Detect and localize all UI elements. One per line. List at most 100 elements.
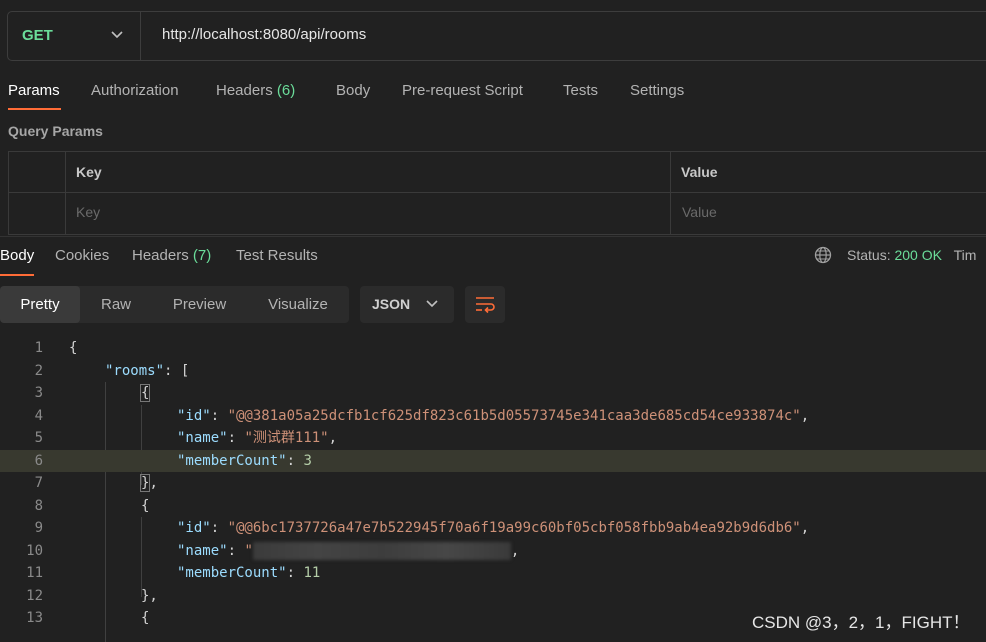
- response-tab-headers[interactable]: Headers (7): [132, 247, 211, 264]
- line-number: 6: [34, 453, 43, 469]
- code-text: "name": ",: [177, 542, 520, 560]
- table-divider: [65, 152, 66, 234]
- response-status: Status: 200 OK Tim: [847, 247, 976, 263]
- code-text: "id": "@@6bc1737726a47e7b522945f70a6f19a…: [177, 520, 810, 536]
- code-text: "name": "测试群111",: [177, 430, 338, 446]
- key-input[interactable]: Key: [76, 204, 100, 220]
- tab-settings[interactable]: Settings: [630, 82, 684, 99]
- globe-icon[interactable]: [814, 246, 832, 264]
- code-line: 10 "name": ",: [0, 540, 986, 562]
- chevron-down-icon: [426, 300, 438, 308]
- code-line: 1{: [0, 337, 986, 359]
- json-key: "memberCount": [177, 453, 287, 469]
- json-key: "name": [177, 543, 228, 559]
- request-url-bar: GET http://localhost:8080/api/rooms: [7, 11, 986, 61]
- line-number: 1: [34, 340, 43, 356]
- code-text: },: [139, 474, 158, 492]
- wrap-lines-button[interactable]: [465, 286, 505, 323]
- line-number: 3: [34, 385, 43, 401]
- tab-count-badge: (7): [192, 247, 212, 264]
- code-line: 2 "rooms": [: [0, 360, 986, 382]
- code-text: },: [141, 588, 158, 604]
- code-line-highlighted: 6 "memberCount": 3: [0, 450, 986, 472]
- code-text: {: [139, 384, 151, 402]
- tab-label: Test Results: [236, 247, 318, 264]
- tab-label: Pre-request Script: [402, 82, 523, 99]
- view-preview-button[interactable]: Preview: [152, 286, 247, 323]
- json-key: "rooms": [105, 363, 165, 379]
- tab-params[interactable]: Params: [8, 82, 60, 99]
- response-tab-test-results[interactable]: Test Results: [236, 247, 318, 264]
- tab-count-badge: (6): [276, 82, 296, 99]
- json-string: "测试群111": [244, 430, 329, 446]
- code-text: {: [141, 610, 150, 626]
- redacted-value: [252, 542, 511, 560]
- line-number: 8: [34, 498, 43, 514]
- active-tab-underline: [0, 274, 34, 276]
- status-label: Status:: [847, 247, 891, 263]
- line-number: 7: [34, 475, 43, 491]
- code-line: 4 "id": "@@381a05a25dcfb1cf625df823c61b5d…: [0, 405, 986, 427]
- watermark: CSDN @3，2，1，FIGHT！: [752, 613, 970, 632]
- response-tab-body[interactable]: Body: [0, 247, 34, 264]
- request-tabs: Params Authorization Headers (6) Body Pr…: [0, 80, 986, 112]
- method-label: GET: [22, 27, 53, 44]
- json-number: 3: [303, 453, 312, 469]
- tab-authorization[interactable]: Authorization: [91, 82, 179, 99]
- tab-headers[interactable]: Headers (6): [216, 82, 295, 99]
- tab-body[interactable]: Body: [336, 82, 370, 99]
- json-string: "@@6bc1737726a47e7b522945f70a6f19a99c60b…: [227, 520, 801, 536]
- pane-divider[interactable]: [0, 236, 986, 237]
- code-line: 12},: [0, 585, 986, 607]
- tab-pre-request-script[interactable]: Pre-request Script: [402, 82, 523, 99]
- json-key: "name": [177, 430, 228, 446]
- tab-label: Settings: [630, 82, 685, 99]
- tab-label: Params: [8, 82, 60, 99]
- tab-label: Tests: [563, 82, 599, 99]
- view-pretty-button[interactable]: Pretty: [0, 286, 80, 323]
- line-number: 5: [34, 430, 43, 446]
- code-text: {: [69, 340, 78, 356]
- json-key: "id": [177, 520, 211, 536]
- response-tabs: Body Cookies Headers (7) Test Results: [0, 244, 986, 278]
- format-dropdown[interactable]: JSON: [360, 286, 454, 323]
- code-line: 9 "id": "@@6bc1737726a47e7b522945f70a6f19…: [0, 517, 986, 539]
- query-params-table: Key Value Key Value: [8, 151, 986, 235]
- method-selector[interactable]: GET: [8, 12, 141, 60]
- chevron-down-icon: [111, 31, 123, 39]
- code-line: 7},: [0, 472, 986, 494]
- code-text: "memberCount": 3: [177, 453, 312, 469]
- line-number: 11: [26, 565, 43, 581]
- table-divider: [9, 192, 986, 193]
- view-raw-button[interactable]: Raw: [80, 286, 152, 323]
- response-tab-cookies[interactable]: Cookies: [55, 247, 109, 264]
- line-number: 9: [34, 520, 43, 536]
- table-divider: [670, 152, 671, 234]
- code-line: 3{: [0, 382, 986, 404]
- status-badge: 200 OK: [894, 247, 942, 263]
- value-input[interactable]: Value: [682, 204, 717, 220]
- json-key: "id": [177, 408, 211, 424]
- tab-label: Body: [336, 82, 371, 99]
- code-text: "memberCount": 11: [177, 565, 321, 581]
- line-number: 12: [26, 588, 43, 604]
- key-column-header: Key: [76, 164, 102, 180]
- line-number: 10: [26, 543, 43, 559]
- url-input[interactable]: http://localhost:8080/api/rooms: [162, 26, 366, 43]
- tab-tests[interactable]: Tests: [563, 82, 598, 99]
- wrap-lines-icon: [476, 297, 495, 314]
- line-number: 13: [26, 610, 43, 626]
- json-string: ": [244, 543, 253, 559]
- query-params-title: Query Params: [8, 123, 103, 139]
- active-tab-underline: [8, 108, 61, 110]
- tab-label: Headers: [132, 247, 189, 264]
- response-body-editor[interactable]: 1{ 2 "rooms": [ 3{ 4 "id": "@@381a05a25dcf…: [0, 337, 986, 642]
- line-number: 4: [34, 408, 43, 424]
- tab-label: Headers: [216, 82, 273, 99]
- code-text: "id": "@@381a05a25dcfb1cf625df823c61b5d0…: [177, 408, 810, 424]
- view-visualize-button[interactable]: Visualize: [247, 286, 349, 323]
- line-number: 2: [34, 363, 43, 379]
- view-mode-selector: Pretty Raw Preview Visualize: [0, 286, 349, 323]
- json-string: "@@381a05a25dcfb1cf625df823c61b5d0557374…: [227, 408, 801, 424]
- json-key: "memberCount": [177, 565, 287, 581]
